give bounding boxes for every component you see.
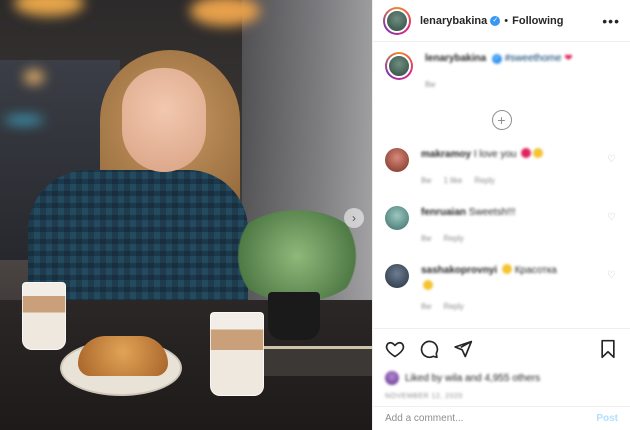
plus-circle-icon[interactable]: + <box>491 110 512 130</box>
avatar[interactable] <box>383 6 411 35</box>
liked-by-text[interactable]: Liked by wila and 4,955 others <box>405 373 540 384</box>
like-comment-heart-icon[interactable]: ♡ <box>607 154 616 165</box>
chevron-right-icon[interactable]: › <box>344 208 364 228</box>
hashtag-link[interactable]: #sweethome <box>505 53 562 64</box>
heart-icon[interactable] <box>385 339 405 359</box>
smile-emoji <box>423 280 433 290</box>
smile-emoji <box>501 264 512 274</box>
smile-emoji <box>533 148 544 158</box>
comment-username[interactable]: fenruaian <box>421 207 466 218</box>
verified-badge-icon: ✓ <box>490 15 501 26</box>
action-icons <box>385 337 618 361</box>
post-header: lenarybakina ✓ • Following ••• <box>373 0 630 42</box>
post-actions: Liked by wila and 4,955 others NOVEMBER … <box>373 328 630 400</box>
post-date: NOVEMBER 12, 2020 <box>385 393 463 400</box>
share-icon[interactable] <box>453 339 473 359</box>
comment-icon[interactable] <box>419 339 439 359</box>
avatar[interactable] <box>385 264 409 288</box>
following-button[interactable]: Following <box>512 15 563 27</box>
post-photo[interactable]: › <box>0 0 372 430</box>
liked-by[interactable]: Liked by wila and 4,955 others <box>385 371 618 385</box>
heart-emoji: ❤ <box>564 53 573 64</box>
comment-item: makramoy I love you 8w 1 like Reply ♡ <box>385 148 618 188</box>
comment-text: Красотка <box>514 265 557 276</box>
comment-input[interactable] <box>385 413 597 424</box>
background-light <box>24 70 44 84</box>
books <box>262 346 372 376</box>
add-comment-bar: Post <box>373 406 630 430</box>
comment-username[interactable]: makramoy <box>421 149 471 160</box>
caption-username[interactable]: lenarybakina <box>425 53 486 64</box>
latte-glass <box>22 282 66 350</box>
bookmark-icon[interactable] <box>598 339 618 359</box>
reply-button[interactable]: Reply <box>443 234 463 243</box>
avatar[interactable] <box>385 206 409 230</box>
comment-username[interactable]: sashakoprovnyi <box>421 265 497 276</box>
croissant <box>78 336 168 376</box>
comment-item: sashakoprovnyi Красотка 8w Reply ♡ <box>385 264 618 314</box>
header-username[interactable]: lenarybakina <box>420 15 487 27</box>
avatar[interactable] <box>385 52 413 80</box>
background-light <box>4 116 44 124</box>
plant-pot <box>268 292 320 340</box>
comment-likes[interactable]: 1 like <box>443 176 462 185</box>
caption-time: 8w <box>425 80 436 89</box>
separator-dot: • <box>504 14 509 27</box>
comment-time: 8w <box>421 302 432 311</box>
reply-button[interactable]: Reply <box>443 302 463 311</box>
latte-glass <box>210 312 264 396</box>
verified-badge-icon: ✓ <box>491 54 502 64</box>
more-horizontal-icon[interactable]: ••• <box>602 13 620 29</box>
comment-time: 8w <box>421 234 432 243</box>
person-face <box>122 68 206 172</box>
post-button[interactable]: Post <box>596 413 618 424</box>
comment-item: fenruaian Sweetsh!!! 8w Reply ♡ <box>385 206 618 246</box>
comments-list[interactable]: lenarybakina ✓ #sweethome ❤ 8w + makramo… <box>373 42 630 328</box>
avatar <box>385 371 399 385</box>
reply-button[interactable]: Reply <box>474 176 494 185</box>
like-comment-heart-icon[interactable]: ♡ <box>607 212 616 223</box>
comment-text: Sweetsh!!! <box>468 207 516 218</box>
like-comment-heart-icon[interactable]: ♡ <box>607 270 616 281</box>
post-sidebar: lenarybakina ✓ • Following ••• lenarybak… <box>372 0 630 430</box>
heart-emoji <box>521 148 532 158</box>
avatar[interactable] <box>385 148 409 172</box>
comment-text: I love you <box>473 149 517 160</box>
comment-time: 8w <box>421 176 432 185</box>
instagram-post: › lenarybakina ✓ • Following ••• lenaryb… <box>0 0 630 430</box>
post-caption: lenarybakina ✓ #sweethome ❤ 8w <box>385 52 618 92</box>
ceiling-lamp <box>14 0 84 16</box>
